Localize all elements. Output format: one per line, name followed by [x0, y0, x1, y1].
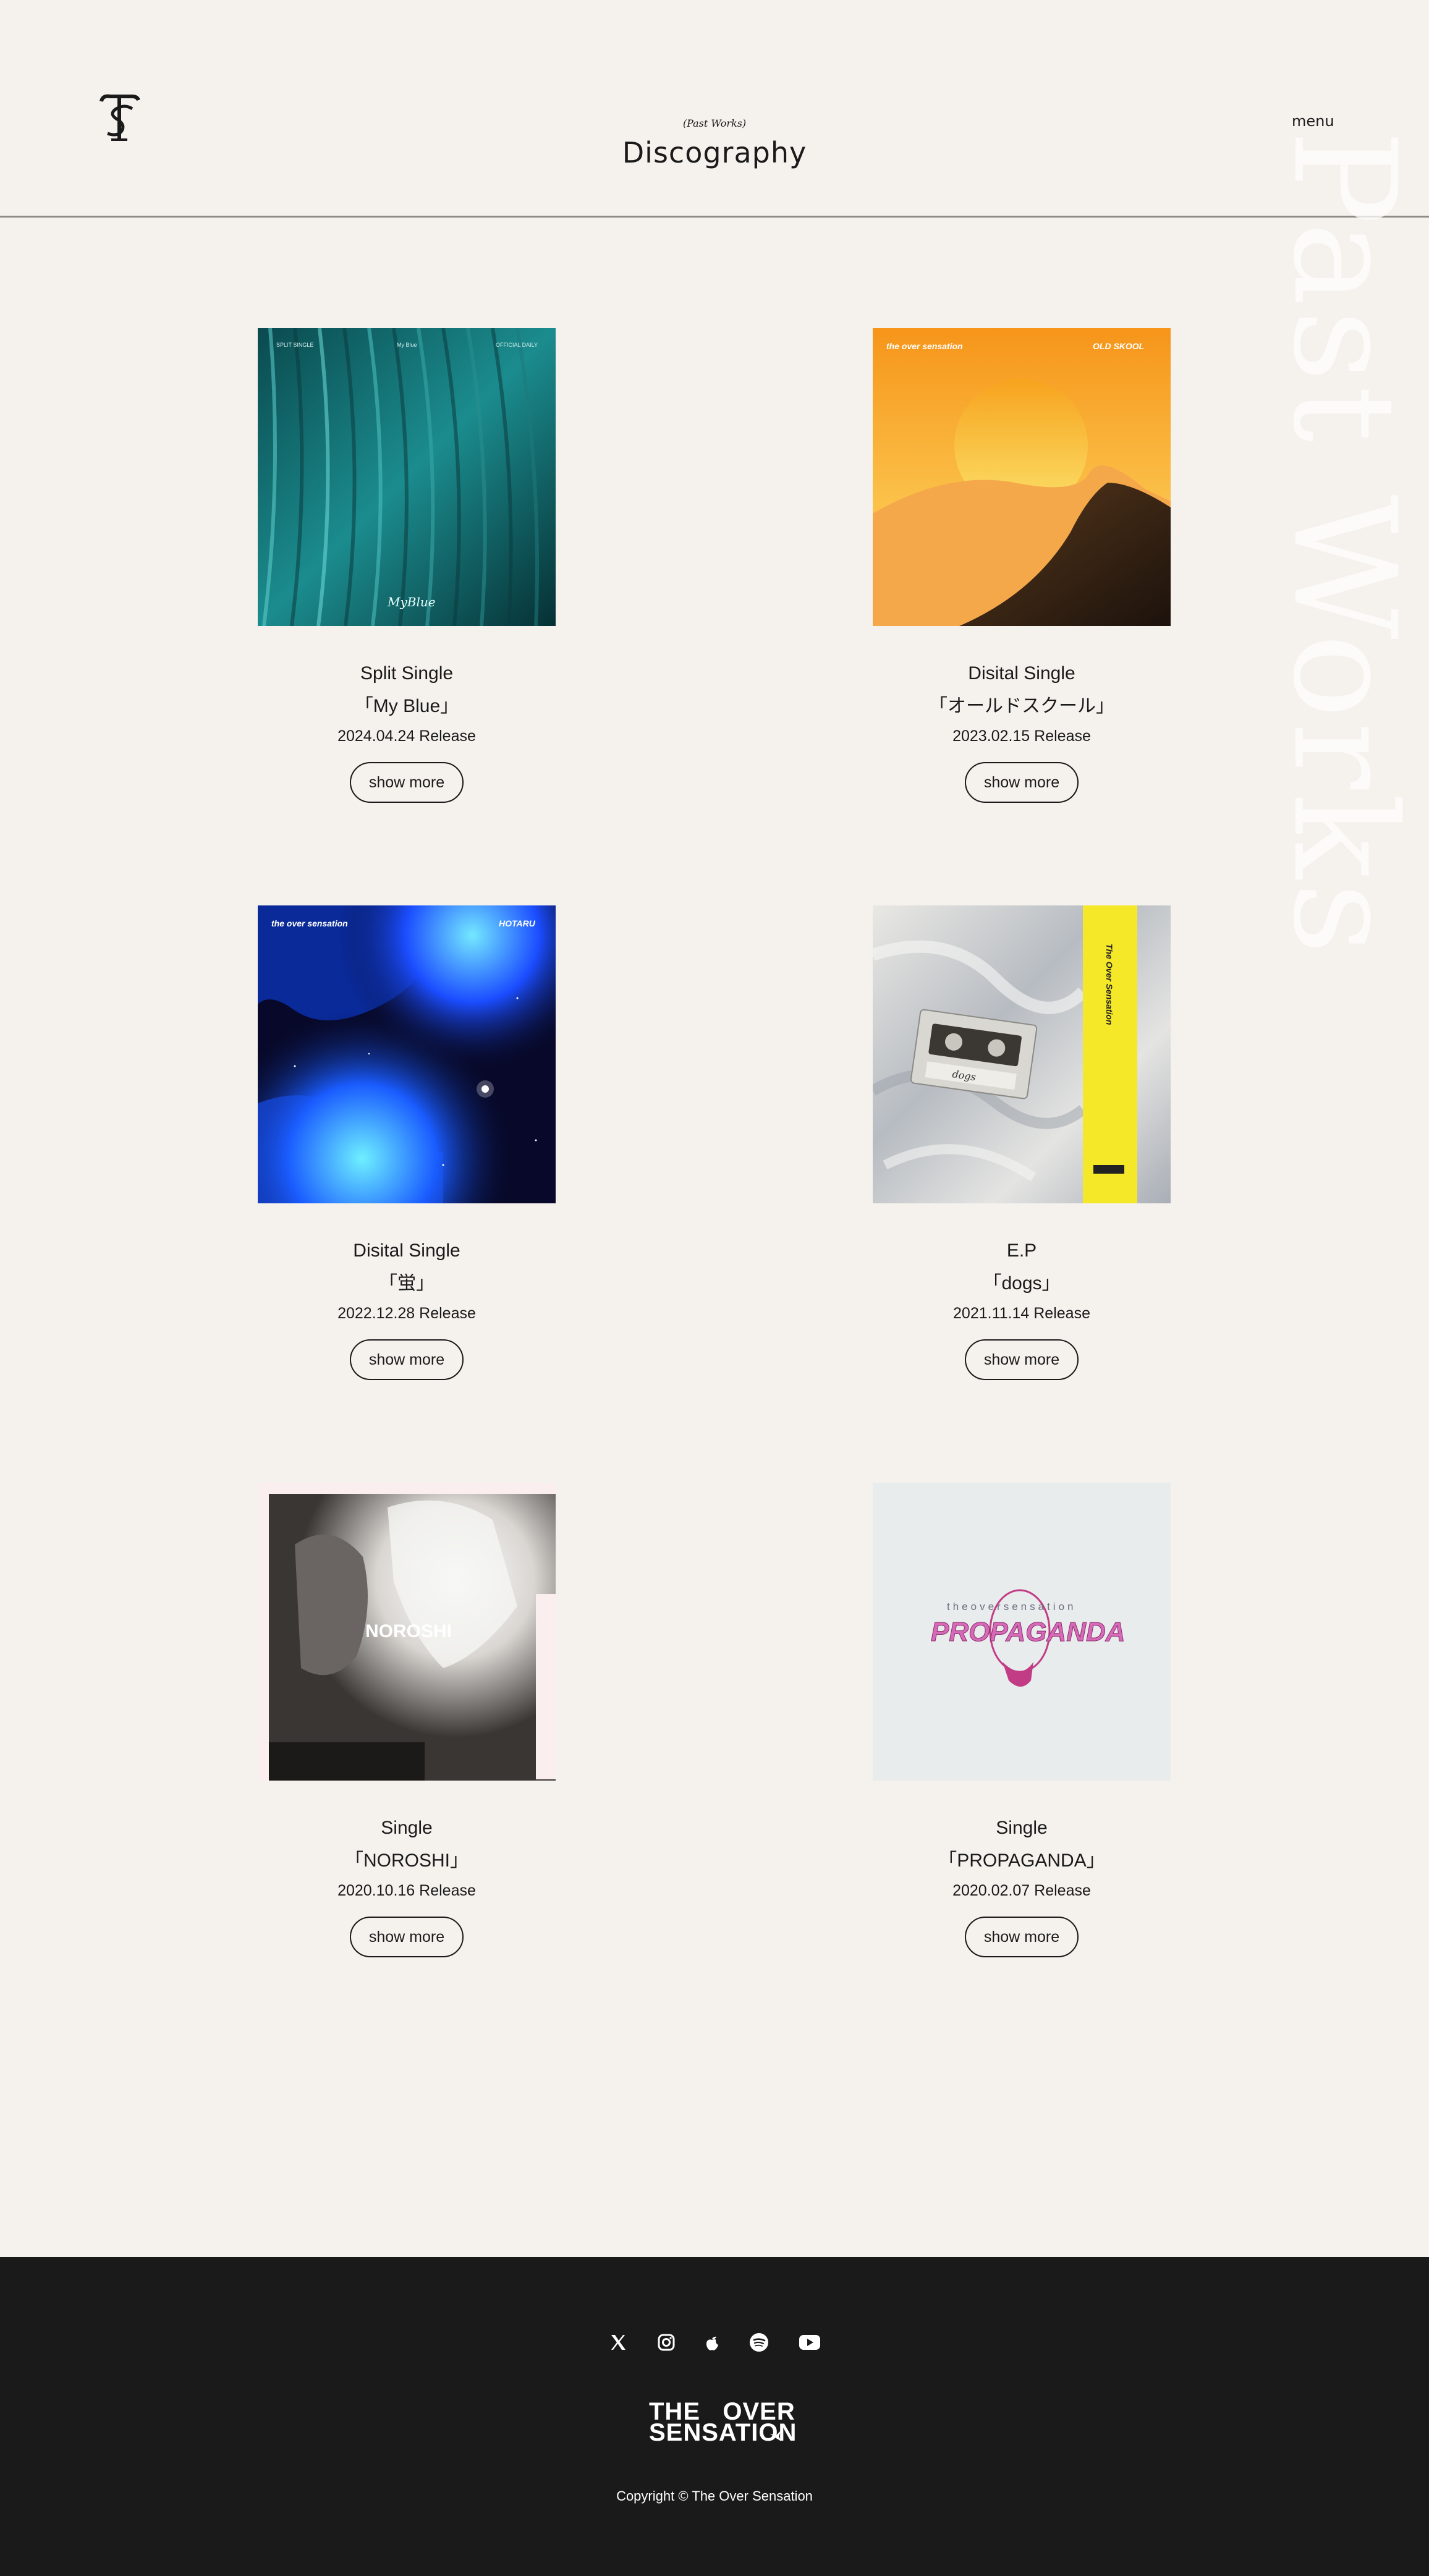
cover-text: The Over Sensation: [1105, 944, 1114, 1025]
release-date: 2024.04.24 Release: [337, 727, 476, 745]
cover-text: My Blue: [397, 342, 417, 348]
apple-music-icon[interactable]: [700, 2330, 724, 2355]
footer-brand-logo[interactable]: THE OVER SENSATION: [643, 2397, 796, 2446]
album-cover-hotaru[interactable]: the over sensation HOTARU: [258, 905, 556, 1203]
release-title: 「蛍」: [379, 1273, 435, 1294]
instagram-icon[interactable]: [654, 2330, 679, 2355]
cover-text: OFFICIAL DAILY: [496, 342, 538, 348]
cover-text: HOTARU: [499, 918, 536, 928]
page-subtitle: (Past Works): [682, 117, 747, 129]
show-more-button[interactable]: show more: [350, 1917, 464, 1957]
release-type: E.P: [1006, 1240, 1037, 1261]
page-title: Discography: [622, 136, 807, 169]
cover-text: the over sensation: [886, 341, 963, 351]
show-more-button[interactable]: show more: [350, 1339, 464, 1380]
bird-icon: [770, 2430, 781, 2441]
release-type: Split Single: [360, 663, 454, 684]
release-type: Disital Single: [968, 663, 1075, 684]
site-footer: THE OVER SENSATION Copyright © The Over …: [0, 2257, 1429, 2576]
spotify-icon[interactable]: [747, 2330, 771, 2355]
cover-text: SPLIT SINGLE: [276, 342, 313, 348]
cover-text: the over sensation: [271, 918, 348, 928]
show-more-button[interactable]: show more: [965, 1917, 1079, 1957]
release-card: dogs The Over Sensation E.P 「dogs」 2021.…: [836, 905, 1207, 1381]
show-more-button[interactable]: show more: [350, 762, 464, 803]
release-title: 「PROPAGANDA」: [938, 1850, 1105, 1871]
album-cover-my-blue[interactable]: SPLIT SINGLE My Blue OFFICIAL DAILY MyBl…: [258, 328, 556, 626]
youtube-icon[interactable]: [797, 2330, 822, 2355]
background-watermark-text: Past Works: [1262, 130, 1427, 959]
site-header: (Past Works) Discography menu: [0, 0, 1429, 218]
show-more-button[interactable]: show more: [965, 1339, 1079, 1380]
release-card: the over sensation OLD SKOOL Disital Sin…: [836, 328, 1207, 804]
release-card: NOROSHI Single 「NOROSHI」 2020.10.16 Rele…: [221, 1483, 592, 1959]
cover-text: OLD SKOOL: [1093, 341, 1144, 351]
cover-text: NOROSHI: [365, 1621, 452, 1642]
release-type: Disital Single: [353, 1240, 460, 1261]
release-date: 2023.02.15 Release: [952, 727, 1091, 745]
release-card: the over sensation HOTARU Disital Single…: [221, 905, 592, 1381]
cover-text: theoversensation: [947, 1601, 1076, 1612]
release-title: 「My Blue」: [354, 696, 459, 716]
release-card: theoversensation PROPAGANDA Single 「PROP…: [836, 1483, 1207, 1959]
album-cover-dogs[interactable]: dogs The Over Sensation: [873, 905, 1171, 1203]
release-card: SPLIT SINGLE My Blue OFFICIAL DAILY MyBl…: [221, 328, 592, 804]
album-cover-noroshi[interactable]: NOROSHI: [258, 1483, 556, 1781]
x-icon[interactable]: [606, 2330, 630, 2355]
album-cover-propaganda[interactable]: theoversensation PROPAGANDA: [873, 1483, 1171, 1781]
menu-button[interactable]: menu: [1292, 112, 1334, 130]
show-more-button[interactable]: show more: [965, 762, 1079, 803]
release-title: 「NOROSHI」: [344, 1850, 469, 1871]
release-title: 「オールドスクール」: [929, 696, 1114, 716]
copyright-text: Copyright © The Over Sensation: [616, 2488, 813, 2504]
cover-text: MyBlue: [387, 595, 436, 609]
cover-text: PROPAGANDA: [931, 1617, 1126, 1647]
album-cover-old-skool[interactable]: the over sensation OLD SKOOL: [873, 328, 1171, 626]
release-type: Single: [381, 1818, 433, 1838]
release-date: 2020.10.16 Release: [337, 1882, 476, 1899]
release-date: 2020.02.07 Release: [952, 1882, 1091, 1899]
release-date: 2022.12.28 Release: [337, 1305, 476, 1322]
release-date: 2021.11.14 Release: [953, 1305, 1090, 1322]
release-type: Single: [996, 1818, 1048, 1838]
release-title: 「dogs」: [983, 1273, 1061, 1294]
